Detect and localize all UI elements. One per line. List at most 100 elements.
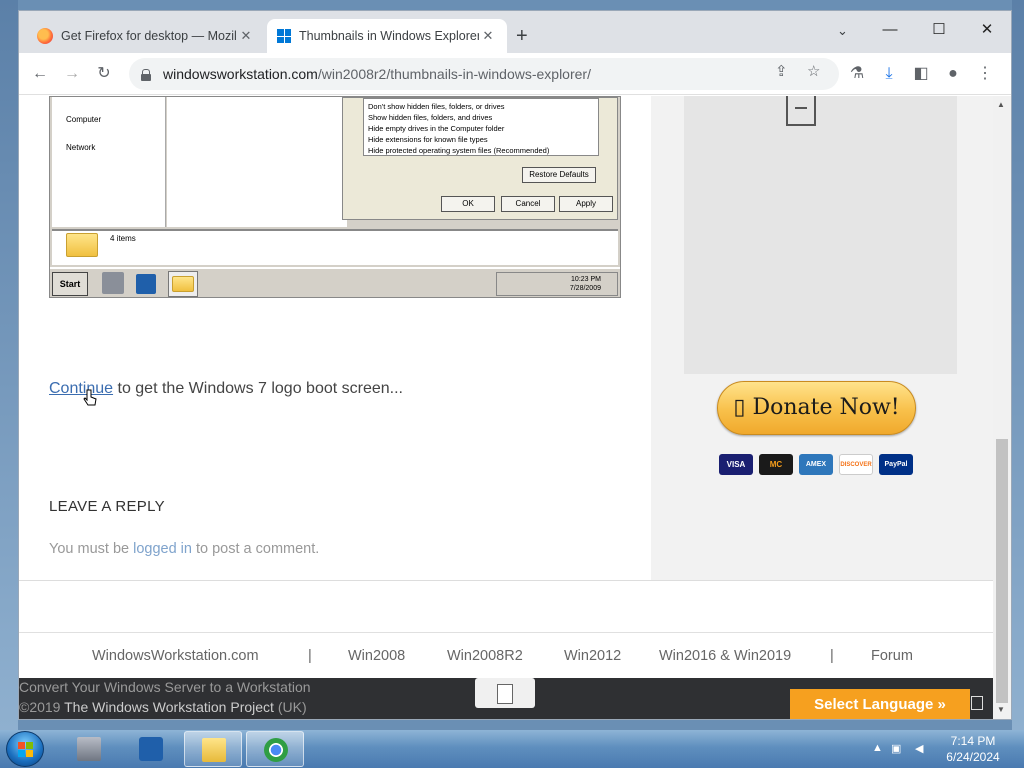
volume-muted-icon[interactable]: ◀ <box>915 742 923 755</box>
chrome-window: Get Firefox for desktop — Mozilla ✕ Thum… <box>18 10 1012 720</box>
embedded-tray-time: 10:23 PM <box>571 276 601 283</box>
back-arrow-icon[interactable]: ← <box>28 62 52 86</box>
address-bar[interactable]: windowsworkstation.com/win2008r2/thumbna… <box>129 58 839 90</box>
page-icon-box[interactable] <box>475 678 535 708</box>
status-item-count: 4 items <box>110 234 136 243</box>
forward-arrow-icon[interactable]: → <box>60 62 84 86</box>
url-host: windowsworkstation.com <box>163 66 318 82</box>
amex-icon: AMEX <box>799 454 833 475</box>
option-row: Hide empty drives in the Computer folder <box>368 124 505 133</box>
chrome-task[interactable] <box>246 731 304 767</box>
option-row: Hide protected operating system files (R… <box>368 146 550 155</box>
close-window-button[interactable]: ✕ <box>964 17 1010 43</box>
donate-button[interactable]: ▯ Donate Now! <box>717 381 916 435</box>
site-bottom-bar: Convert Your Windows Server to a Worksta… <box>19 678 993 719</box>
advanced-settings-list: Don't show hidden files, folders, or dri… <box>363 98 599 156</box>
reply-heading: LEAVE A REPLY <box>49 498 165 515</box>
explorer-task-icon <box>168 271 198 297</box>
explorer-file-pane <box>167 97 347 227</box>
reload-icon[interactable]: ↻ <box>92 62 116 86</box>
visa-icon: VISA <box>719 454 753 475</box>
profile-avatar-icon[interactable]: ● <box>941 62 965 86</box>
footer-link-win2016[interactable]: Win2016 & Win2019 <box>659 648 791 664</box>
maximize-button[interactable]: ☐ <box>916 17 962 43</box>
footer-separator: | <box>308 648 312 664</box>
footer-link-win2008r2[interactable]: Win2008R2 <box>447 648 523 664</box>
continue-link[interactable]: Continue <box>49 380 113 397</box>
clock-time: 7:14 PM <box>950 734 996 748</box>
cancel-button: Cancel <box>501 196 555 212</box>
ok-button: OK <box>441 196 495 212</box>
page-viewport: Computer Network Don't show hidden files… <box>19 96 993 719</box>
discover-icon: DISCOVER <box>839 454 873 475</box>
explorer-task[interactable] <box>184 731 242 767</box>
labs-flask-icon[interactable]: ⚗ <box>845 62 869 86</box>
option-row: Hide extensions for known file types <box>368 135 488 144</box>
continue-paragraph: Continue to get the Windows 7 logo boot … <box>49 380 403 398</box>
footer-nav: WindowsWorkstation.com | Win2008 Win2008… <box>19 632 993 678</box>
folder-options-dialog: Don't show hidden files, folders, or dri… <box>342 97 618 220</box>
system-clock[interactable]: 7:14 PM 6/24/2024 <box>938 733 1008 765</box>
embedded-tray: 10:23 PM 7/28/2009 <box>496 272 618 296</box>
tab-firefox[interactable]: Get Firefox for desktop — Mozilla ✕ <box>27 19 265 53</box>
apply-button: Apply <box>559 196 613 212</box>
ad-placeholder <box>684 96 957 374</box>
logged-in-link[interactable]: logged in <box>133 541 192 557</box>
footer-link-win2008[interactable]: Win2008 <box>348 648 405 664</box>
login-text-pre: You must be <box>49 541 134 557</box>
footer-link-forum[interactable]: Forum <box>871 648 913 664</box>
powershell-task[interactable] <box>122 731 180 767</box>
embedded-tray-date: 7/28/2009 <box>569 285 601 292</box>
url-path: /win2008r2/thumbnails-in-windows-explore… <box>317 66 591 82</box>
article-screenshot-image: Computer Network Don't show hidden files… <box>49 96 621 298</box>
chrome-icon <box>264 738 288 762</box>
explorer-status-bar: 4 items <box>52 229 618 265</box>
folder-icon <box>66 233 98 257</box>
select-language-button[interactable]: Select Language » <box>790 689 970 719</box>
scroll-up-arrow-icon[interactable]: ▲ <box>997 100 1005 109</box>
close-tab-icon[interactable]: ✕ <box>479 28 497 44</box>
nav-item-computer: Computer <box>66 115 102 124</box>
login-notice: You must be logged in to post a comment. <box>49 541 319 557</box>
new-tab-button[interactable]: + <box>516 25 528 47</box>
server-manager-task[interactable] <box>60 731 118 767</box>
folder-icon <box>172 276 194 292</box>
option-row: Show hidden files, folders, and drives <box>368 113 493 122</box>
footer-link-home[interactable]: WindowsWorkstation.com <box>92 648 259 664</box>
footer-link-win2012[interactable]: Win2012 <box>564 648 621 664</box>
copyright-country: (UK) <box>273 699 307 715</box>
side-panel-icon[interactable]: ◧ <box>909 62 933 86</box>
bookmark-star-icon[interactable]: ☆ <box>807 62 820 80</box>
browser-toolbar: ← → ↻ windowsworkstation.com/win2008r2/t… <box>19 53 1011 95</box>
close-tab-icon[interactable]: ✕ <box>237 28 255 44</box>
payment-cards: VISA MC AMEX DISCOVER PayPal <box>719 454 913 475</box>
footer-separator: | <box>830 648 834 664</box>
lock-icon[interactable] <box>141 68 151 81</box>
continue-text: to get the Windows 7 logo boot screen... <box>113 380 403 397</box>
scrollbar-thumb[interactable] <box>996 439 1008 703</box>
share-icon[interactable]: ⇪ <box>775 62 788 80</box>
copyright: ©2019 The Windows Workstation Project (U… <box>19 699 307 715</box>
server-manager-icon <box>77 737 101 761</box>
vertical-scrollbar[interactable]: ▲ ▼ <box>993 96 1011 719</box>
language-toggle-icon[interactable] <box>971 696 983 710</box>
embedded-taskbar: Start 10:23 PM 7/28/2009 <box>50 267 620 297</box>
powershell-icon <box>139 737 163 761</box>
start-orb-button[interactable] <box>6 731 44 767</box>
tab-thumbnails[interactable]: Thumbnails in Windows Explorer ✕ <box>267 19 507 53</box>
login-text-post: to post a comment. <box>191 541 320 557</box>
copyright-name: The Windows Workstation Project <box>64 699 274 715</box>
windows-taskbar: ▲ ▣ ◀ 7:14 PM 6/24/2024 <box>0 730 1024 768</box>
menu-kebab-icon[interactable]: ⋮ <box>973 62 997 86</box>
restore-defaults-button: Restore Defaults <box>522 167 596 183</box>
show-hidden-icons-arrow[interactable]: ▲ <box>872 742 883 754</box>
firefox-icon <box>37 28 53 44</box>
scroll-down-arrow-icon[interactable]: ▼ <box>997 705 1005 714</box>
minimize-button[interactable]: — <box>867 17 913 43</box>
sidebar <box>651 96 993 581</box>
tab-search-icon[interactable]: ⌄ <box>837 23 848 39</box>
network-icon[interactable]: ▣ <box>891 742 901 755</box>
download-icon[interactable]: ⤓ <box>877 62 901 86</box>
paypal-icon: PayPal <box>879 454 913 475</box>
broken-image-icon <box>786 96 816 126</box>
